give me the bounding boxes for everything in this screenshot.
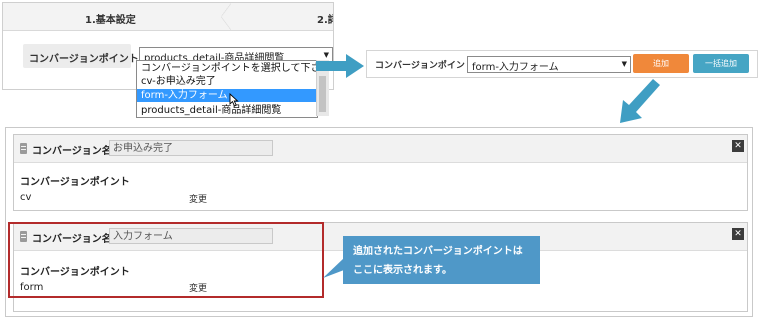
arrow-right-icon <box>316 54 364 78</box>
bulk-add-button[interactable]: 一括追加 <box>693 54 749 73</box>
dropdown-option-placeholder[interactable]: コンバージョンポイントを選択して下さい <box>137 62 317 75</box>
add-conversion-point-bar: コンバージョンポイント form-入力フォーム ▼ 追加 一括追加 <box>366 50 758 78</box>
dropdown-option-form[interactable]: form-入力フォーム <box>137 89 317 102</box>
conversion-name-field[interactable]: お申込み完了 <box>109 140 273 156</box>
arrow-down-left-icon <box>620 79 660 123</box>
change-link[interactable]: 変更 <box>189 192 207 205</box>
mouse-cursor-icon <box>229 93 239 107</box>
new-item-highlight <box>8 222 324 298</box>
conversion-card: コンバージョン名 お申込み完了 ✕ コンバージョンポイント cv 変更 <box>13 134 748 211</box>
step-bar: 1.基本設定 2.詳 <box>3 3 333 31</box>
conversion-point-select[interactable]: form-入力フォーム ▼ <box>467 56 631 73</box>
dropdown-option-products-detail[interactable]: products_detail-商品詳細閲覧 <box>137 104 317 117</box>
conversion-point-value: cv <box>20 192 32 203</box>
close-icon[interactable]: ✕ <box>732 228 744 240</box>
conversion-point-label-box: コンバージョンポイント <box>23 44 139 68</box>
scrollbar-thumb[interactable] <box>319 76 326 112</box>
step-chevron-icon <box>221 3 231 30</box>
conversion-point-label: コンバージョンポイント <box>375 61 474 71</box>
add-button[interactable]: 追加 <box>633 54 689 73</box>
dropdown-option-cv[interactable]: cv-お申込み完了 <box>137 75 317 88</box>
callout-box: 追加されたコンバージョンポイントは ここに表示されます。 <box>343 236 540 284</box>
callout-line-1: 追加されたコンバージョンポイントは <box>353 246 523 257</box>
card-header: コンバージョン名 お申込み完了 ✕ <box>14 135 747 163</box>
conversion-point-dropdown[interactable]: コンバージョンポイントを選択して下さい cv-お申込み完了 form-入力フォー… <box>136 60 318 118</box>
close-icon[interactable]: ✕ <box>732 140 744 152</box>
conversion-point-label: コンバージョンポイント <box>29 54 139 65</box>
callout-pointer-icon <box>323 258 344 278</box>
conversion-name-label: コンバージョン名 <box>32 146 112 157</box>
drag-handle-icon[interactable] <box>20 143 27 154</box>
conversion-point-title: コンバージョンポイント <box>20 177 130 188</box>
step-detail-settings[interactable]: 2.詳 <box>317 11 333 26</box>
select-value: form-入力フォーム <box>472 62 559 73</box>
step-basic-settings[interactable]: 1.基本設定 <box>85 11 136 26</box>
chevron-down-icon: ▼ <box>621 60 627 68</box>
callout-line-2: ここに表示されます。 <box>353 265 452 276</box>
